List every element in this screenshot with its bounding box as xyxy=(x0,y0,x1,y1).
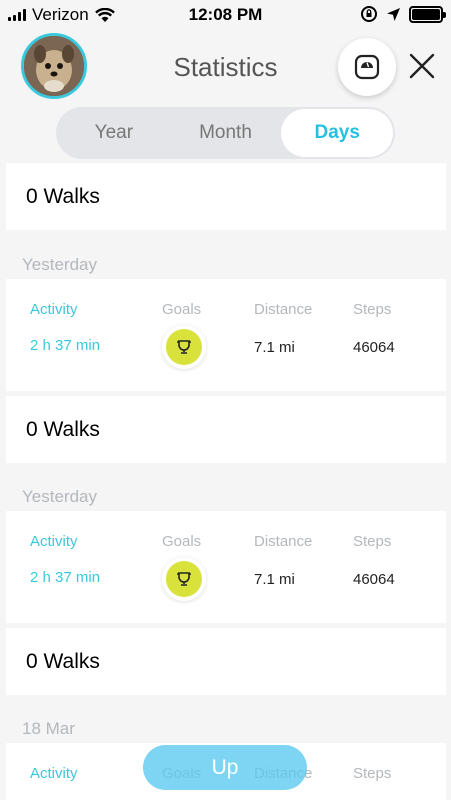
steps-label: Steps xyxy=(353,533,392,550)
steps-value: 46064 xyxy=(353,571,395,588)
activity-label: Activity xyxy=(30,301,78,318)
walks-card: 0 Walks xyxy=(6,396,446,463)
distance-value: 7.1 mi xyxy=(254,571,295,588)
tab-month[interactable]: Month xyxy=(170,109,282,157)
activity-value: 2 h 37 min xyxy=(30,569,101,586)
date-label: Yesterday xyxy=(22,255,97,274)
walks-count: 0 Walks xyxy=(26,650,100,673)
stats-card[interactable]: Activity Goals Distance Steps 2 h 37 min… xyxy=(6,279,446,391)
date-label: Yesterday xyxy=(22,487,97,506)
walks-count: 0 Walks xyxy=(26,185,100,208)
orientation-lock-icon xyxy=(361,6,377,22)
walks-count: 0 Walks xyxy=(26,418,100,441)
location-arrow-icon xyxy=(387,7,400,21)
walks-card: 0 Walks xyxy=(6,163,446,230)
battery-icon xyxy=(409,5,446,23)
close-button[interactable] xyxy=(406,50,438,82)
stats-card[interactable]: Activity Goals Distance Steps 2 h 37 min… xyxy=(6,511,446,623)
tab-year[interactable]: Year xyxy=(58,109,170,157)
tab-days[interactable]: Days xyxy=(281,109,394,157)
distance-label: Distance xyxy=(254,533,313,550)
scale-button[interactable] xyxy=(338,38,396,96)
walks-card: 0 Walks xyxy=(6,628,446,695)
trophy-icon xyxy=(166,561,202,597)
status-bar: Verizon 12:08 PM xyxy=(0,0,451,30)
steps-label: Steps xyxy=(353,765,392,782)
distance-value: 7.1 mi xyxy=(254,339,295,356)
close-icon xyxy=(409,53,435,79)
goals-label: Goals xyxy=(162,301,202,318)
distance-label: Distance xyxy=(254,301,313,318)
goals-label: Goals xyxy=(162,533,202,550)
activity-label: Activity xyxy=(30,765,78,782)
trophy-icon xyxy=(166,329,202,365)
date-label: 18 Mar xyxy=(22,719,75,738)
steps-label: Steps xyxy=(353,301,392,318)
status-right xyxy=(360,5,446,23)
period-tabs: Year Month Days xyxy=(56,107,395,159)
activity-value: 2 h 37 min xyxy=(30,337,101,354)
scroll-up-button[interactable]: Up xyxy=(143,745,307,790)
steps-value: 46064 xyxy=(353,339,395,356)
scale-icon xyxy=(354,54,380,80)
activity-label: Activity xyxy=(30,533,78,550)
